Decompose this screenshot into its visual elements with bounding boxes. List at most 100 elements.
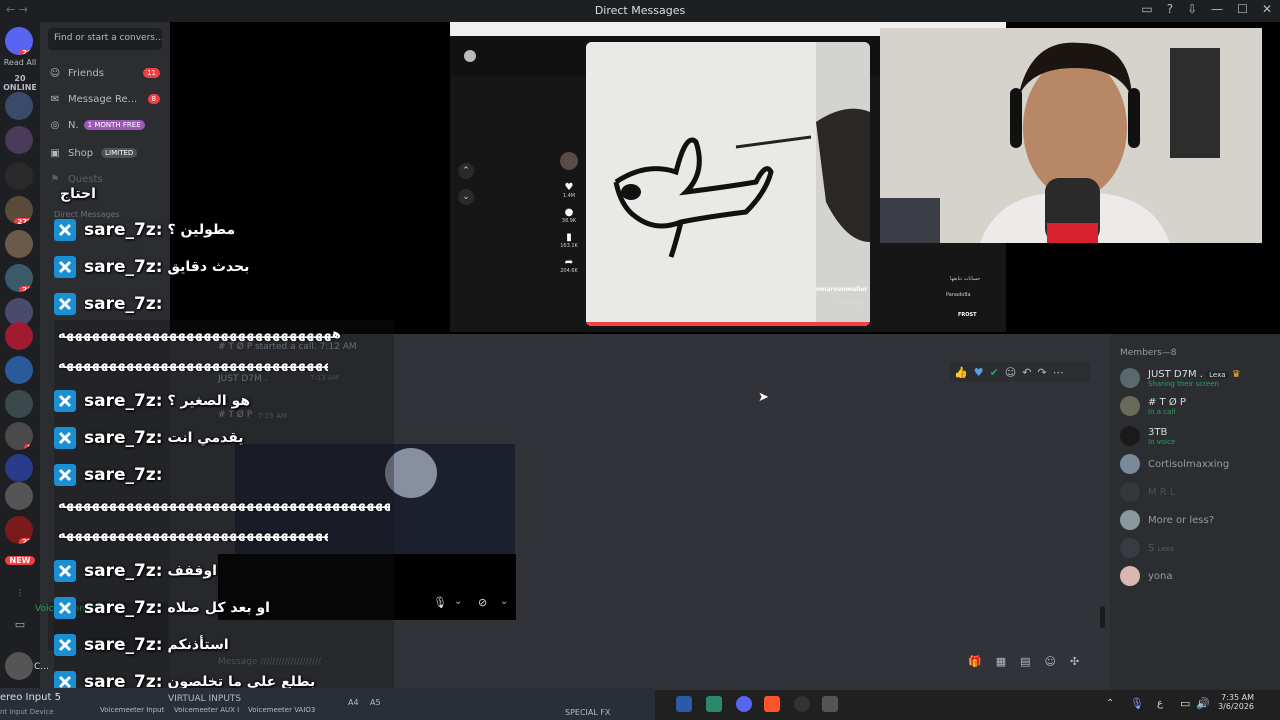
server-icon[interactable] bbox=[5, 92, 33, 120]
avatar[interactable] bbox=[5, 652, 33, 680]
scroll-down-icon[interactable]: ⌄ bbox=[458, 189, 474, 205]
member-item[interactable]: More or less? bbox=[1120, 508, 1214, 532]
download-icon[interactable]: ⇩ bbox=[1187, 2, 1197, 16]
share-icon[interactable]: ➦ bbox=[560, 257, 578, 268]
vm-channel[interactable]: Voicemeeter VAIO3 bbox=[248, 706, 315, 714]
member-item[interactable]: S Lexa bbox=[1120, 536, 1174, 560]
sidebar-item-message-requests[interactable]: ✉ Message Re... 8 bbox=[48, 88, 166, 110]
scrollbar[interactable] bbox=[1100, 606, 1105, 628]
toggle-icon[interactable] bbox=[464, 50, 476, 62]
overlay-separator: : bbox=[155, 428, 163, 448]
check-icon[interactable]: ✔ bbox=[990, 366, 999, 379]
heart-icon[interactable]: ♥ bbox=[974, 366, 984, 379]
server-icon[interactable]: 5 bbox=[5, 422, 33, 450]
member-item[interactable]: JUST D7M . Lexa ♛ Sharing their screen bbox=[1120, 366, 1241, 390]
like-icon[interactable]: ♥ bbox=[560, 182, 578, 193]
minimize-button[interactable]: — bbox=[1211, 2, 1223, 16]
forward-icon[interactable]: ↷ bbox=[1037, 366, 1046, 379]
overlay-user: sare_7z bbox=[84, 598, 156, 618]
overlay-user: sare_7z bbox=[84, 428, 156, 448]
stream-left-area bbox=[170, 22, 450, 334]
vm-channel[interactable]: Voicemeeter Input bbox=[100, 706, 164, 714]
server-icon[interactable] bbox=[5, 356, 33, 384]
xbox-icon bbox=[54, 597, 76, 619]
member-item[interactable]: yona bbox=[1120, 564, 1173, 588]
more-icon[interactable]: ⋯ bbox=[1053, 366, 1064, 379]
vscode-icon[interactable] bbox=[706, 696, 722, 712]
a5-button[interactable]: A5 bbox=[370, 698, 381, 707]
creator-avatar[interactable] bbox=[560, 152, 578, 170]
tray-up-icon[interactable]: ⌃ bbox=[1106, 698, 1114, 709]
server-icon[interactable]: 26 bbox=[5, 264, 33, 292]
overlay-message: sare_7z : مطولين ؟ bbox=[54, 215, 235, 245]
server-icon[interactable] bbox=[5, 390, 33, 418]
maximize-button[interactable]: ☐ bbox=[1237, 2, 1248, 16]
server-icon[interactable]: 279 bbox=[5, 196, 33, 224]
home-button[interactable]: 20 bbox=[5, 27, 33, 55]
sidebar-item-shop[interactable]: ▣ Shop LIMITED bbox=[48, 142, 166, 164]
new-badge[interactable]: NEW bbox=[5, 556, 35, 565]
emoji-icon[interactable]: ☺ bbox=[1045, 655, 1056, 668]
tiktok-actions: ♥ 1.4M ● 38.9K ▮ 163.1K ➦ 204.6K bbox=[560, 182, 578, 292]
sidebar-item-nitro[interactable]: ◎ N. 1 MONTH FREE bbox=[48, 114, 166, 136]
add-reaction-icon[interactable]: ☺ bbox=[1005, 366, 1016, 379]
inbox-icon[interactable]: ▭ bbox=[1141, 2, 1152, 16]
reply-icon[interactable]: ↶ bbox=[1022, 366, 1031, 379]
gif-icon[interactable]: ▦ bbox=[996, 655, 1006, 668]
member-item[interactable]: Cortisolmaxxing bbox=[1120, 452, 1229, 476]
chevron-down-icon[interactable]: ⌄ bbox=[454, 596, 462, 607]
overlay-separator: : bbox=[155, 294, 163, 314]
chevron-down-icon[interactable]: ⌄ bbox=[500, 596, 508, 607]
member-status: In voice bbox=[1148, 437, 1176, 446]
search-input[interactable]: Find or start a convers... bbox=[48, 28, 162, 50]
sidebar-item-friends[interactable]: ☺ Friends 11 bbox=[48, 62, 166, 84]
apps-icon[interactable]: ✣ bbox=[1070, 655, 1079, 668]
app-icon[interactable] bbox=[676, 696, 692, 712]
microphone-tray-icon[interactable]: 🎙 bbox=[1130, 697, 1144, 710]
server-icon[interactable] bbox=[5, 230, 33, 258]
server-icon[interactable] bbox=[5, 162, 33, 190]
screen-share-icon[interactable]: ▭ bbox=[0, 618, 40, 631]
member-item[interactable]: 3TB In voice bbox=[1120, 424, 1175, 448]
close-button[interactable]: ✕ bbox=[1262, 2, 1272, 16]
voicemeeter-panel: ereo Input 5 nt Input Device VIRTUAL INP… bbox=[0, 688, 655, 720]
overlay-message: sare_7z : اوففف bbox=[54, 556, 217, 586]
sticker-icon[interactable]: ▤ bbox=[1020, 655, 1030, 668]
member-name: S bbox=[1148, 542, 1155, 554]
xbox-icon bbox=[54, 390, 76, 412]
thumbs-up-icon[interactable]: 👍 bbox=[954, 366, 968, 379]
server-icon[interactable] bbox=[5, 126, 33, 154]
scroll-up-icon[interactable]: ⌃ bbox=[458, 163, 474, 179]
gift-icon[interactable]: 🎁 bbox=[968, 655, 982, 668]
following-user[interactable]: FROST bbox=[958, 312, 977, 318]
member-status: Sharing their screen bbox=[1148, 379, 1219, 388]
comment-icon[interactable]: ● bbox=[560, 207, 578, 218]
a4-button[interactable]: A4 bbox=[348, 698, 359, 707]
server-icon[interactable] bbox=[5, 482, 33, 510]
calculator-icon[interactable] bbox=[822, 696, 838, 712]
member-item[interactable]: M R L bbox=[1120, 480, 1176, 504]
network-icon[interactable]: ▭ bbox=[1180, 697, 1190, 710]
video-player[interactable]: omarvonmuller Sketching bbox=[586, 42, 870, 326]
bookmark-icon[interactable]: ▮ bbox=[560, 232, 578, 243]
language-indicator[interactable]: ع bbox=[1157, 698, 1163, 709]
discord-icon[interactable] bbox=[736, 696, 752, 712]
overlay-message-text: هو الصغير ؟ bbox=[167, 393, 251, 409]
vm-channel[interactable]: Voicemeeter AUX I bbox=[174, 706, 239, 714]
clock[interactable]: 7:35 AM 3/6/2026 bbox=[1218, 693, 1254, 711]
volume-icon[interactable]: 🔊 bbox=[1196, 697, 1210, 710]
server-icon[interactable]: 22 bbox=[5, 516, 33, 544]
following-user[interactable]: Panado8a bbox=[946, 292, 971, 298]
obs-icon[interactable] bbox=[794, 696, 810, 712]
brave-icon[interactable] bbox=[764, 696, 780, 712]
member-item[interactable]: # T Ø P In a call bbox=[1120, 394, 1186, 418]
server-icon[interactable] bbox=[5, 454, 33, 482]
server-badge: 279 bbox=[14, 218, 33, 224]
read-all-button[interactable]: Read All bbox=[0, 58, 40, 67]
overlay-message: sare_7z : استأذنكم bbox=[54, 630, 229, 660]
window-controls: ▭ ? ⇩ — ☐ ✕ bbox=[1141, 2, 1272, 16]
server-icon[interactable] bbox=[5, 322, 33, 350]
help-icon[interactable]: ? bbox=[1167, 2, 1173, 16]
microphone-icon[interactable]: 🎙 bbox=[433, 596, 447, 609]
camera-off-icon[interactable]: ⊘ bbox=[478, 596, 487, 609]
